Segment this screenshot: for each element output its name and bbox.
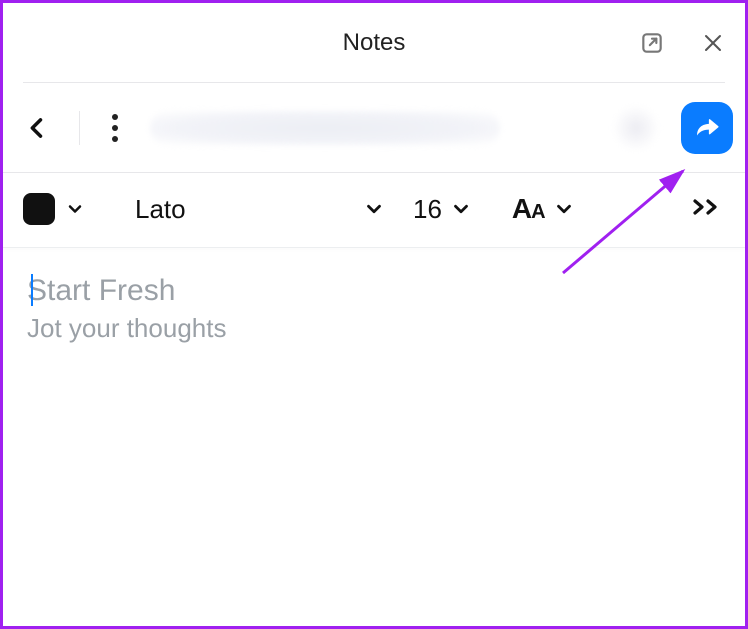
avatar-redacted (613, 105, 659, 151)
body-placeholder: Jot your thoughts (27, 312, 721, 346)
font-size-picker[interactable]: 16 (413, 194, 472, 225)
share-button[interactable] (681, 102, 733, 154)
chevron-down-icon (553, 198, 575, 220)
chevron-down-icon (450, 198, 472, 220)
font-family-label: Lato (135, 194, 186, 225)
note-editor[interactable]: Start Fresh Jot your thoughts (3, 248, 745, 369)
format-toolbar: Lato 16 AA (3, 173, 745, 248)
color-swatch (23, 193, 55, 225)
close-icon[interactable] (701, 31, 725, 55)
text-color-picker[interactable] (23, 193, 85, 225)
back-button[interactable] (23, 114, 51, 142)
more-format-button[interactable] (691, 195, 725, 224)
note-toolbar (3, 83, 745, 173)
more-options-button[interactable] (108, 114, 122, 142)
chevron-down-icon (363, 198, 385, 220)
text-style-icon: AA (512, 193, 545, 225)
panel-header: Notes (23, 3, 725, 83)
note-title-redacted (150, 111, 500, 145)
divider (79, 111, 80, 145)
header-actions (639, 30, 725, 56)
chevron-down-icon (65, 199, 85, 219)
text-cursor (31, 274, 33, 306)
text-style-picker[interactable]: AA (512, 193, 575, 225)
popout-icon[interactable] (639, 30, 665, 56)
title-placeholder: Start Fresh (27, 272, 721, 310)
font-size-label: 16 (413, 194, 442, 225)
font-family-picker[interactable]: Lato (135, 194, 385, 225)
panel-title: Notes (343, 29, 406, 57)
